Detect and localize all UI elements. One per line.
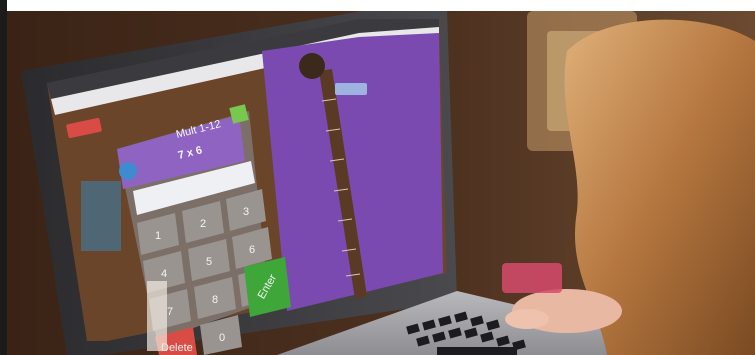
key-6-label: 6 bbox=[249, 244, 255, 256]
left-dark-border bbox=[0, 0, 7, 355]
top-white-margin bbox=[0, 0, 755, 11]
key-4-label: 4 bbox=[161, 268, 167, 280]
photograph: Mult 1-12 7 x 6 1 2 3 4 5 6 7 8 Delete 0… bbox=[7, 11, 755, 355]
key-1-label: 1 bbox=[155, 230, 161, 242]
key-7-label: 7 bbox=[167, 306, 173, 318]
key-3-label: 3 bbox=[243, 206, 249, 218]
level-badge-icon bbox=[119, 162, 137, 180]
cup bbox=[147, 281, 167, 351]
game-info-badge bbox=[335, 83, 367, 95]
photo-frame: Mult 1-12 7 x 6 1 2 3 4 5 6 7 8 Delete 0… bbox=[0, 0, 755, 355]
guitar-headstock bbox=[299, 53, 325, 79]
pink-object bbox=[502, 263, 562, 293]
key-5-label: 5 bbox=[206, 256, 212, 268]
key-2-label: 2 bbox=[200, 218, 206, 230]
game-scene-object bbox=[81, 181, 121, 251]
person-fingers bbox=[505, 309, 549, 329]
photo-illustration: Mult 1-12 7 x 6 1 2 3 4 5 6 7 8 Delete 0… bbox=[7, 11, 755, 355]
key-8-label: 8 bbox=[212, 294, 218, 306]
key-0-label: 0 bbox=[219, 332, 225, 344]
